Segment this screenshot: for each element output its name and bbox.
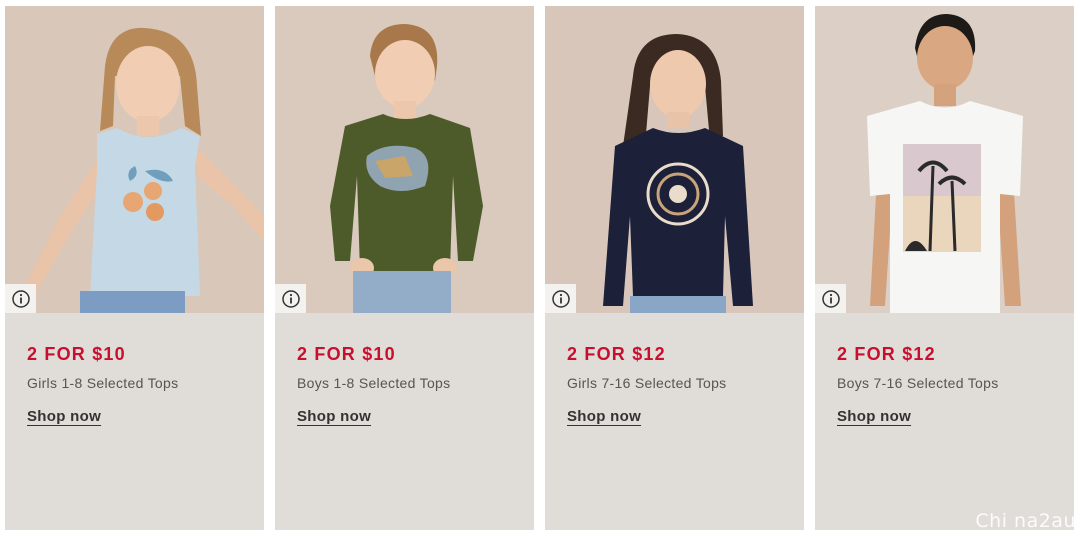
product-card[interactable]: 2 FOR $12 Boys 7-16 Selected Tops Shop n… [815, 6, 1074, 530]
info-button[interactable] [275, 284, 306, 313]
shop-now-link[interactable]: Shop now [567, 408, 641, 425]
shop-now-link[interactable]: Shop now [27, 408, 101, 425]
product-photo[interactable] [5, 6, 264, 313]
product-photo[interactable] [545, 6, 804, 313]
product-description: Girls 1-8 Selected Tops [27, 375, 179, 391]
info-button[interactable] [545, 284, 576, 313]
watermark: Chi na2au [975, 510, 1076, 532]
product-card[interactable]: 2 FOR $10 Girls 1-8 Selected Tops Shop n… [5, 6, 264, 530]
product-card[interactable]: 2 FOR $10 Boys 1-8 Selected Tops Shop no… [275, 6, 534, 530]
shop-now-link[interactable]: Shop now [297, 408, 371, 425]
info-circle-icon [821, 289, 840, 308]
product-photo[interactable] [815, 6, 1074, 313]
product-photo[interactable] [275, 6, 534, 313]
info-circle-icon [551, 289, 570, 308]
promo-price: 2 FOR $12 [567, 344, 666, 364]
product-card[interactable]: 2 FOR $12 Girls 7-16 Selected Tops Shop … [545, 6, 804, 530]
info-circle-icon [11, 289, 30, 308]
product-description: Girls 7-16 Selected Tops [567, 375, 727, 391]
promo-price: 2 FOR $12 [837, 344, 936, 364]
shop-now-link[interactable]: Shop now [837, 408, 911, 425]
info-button[interactable] [5, 284, 36, 313]
info-circle-icon [281, 289, 300, 308]
product-description: Boys 1-8 Selected Tops [297, 375, 451, 391]
product-description: Boys 7-16 Selected Tops [837, 375, 999, 391]
promo-price: 2 FOR $10 [297, 344, 396, 364]
promo-price: 2 FOR $10 [27, 344, 126, 364]
info-button[interactable] [815, 284, 846, 313]
